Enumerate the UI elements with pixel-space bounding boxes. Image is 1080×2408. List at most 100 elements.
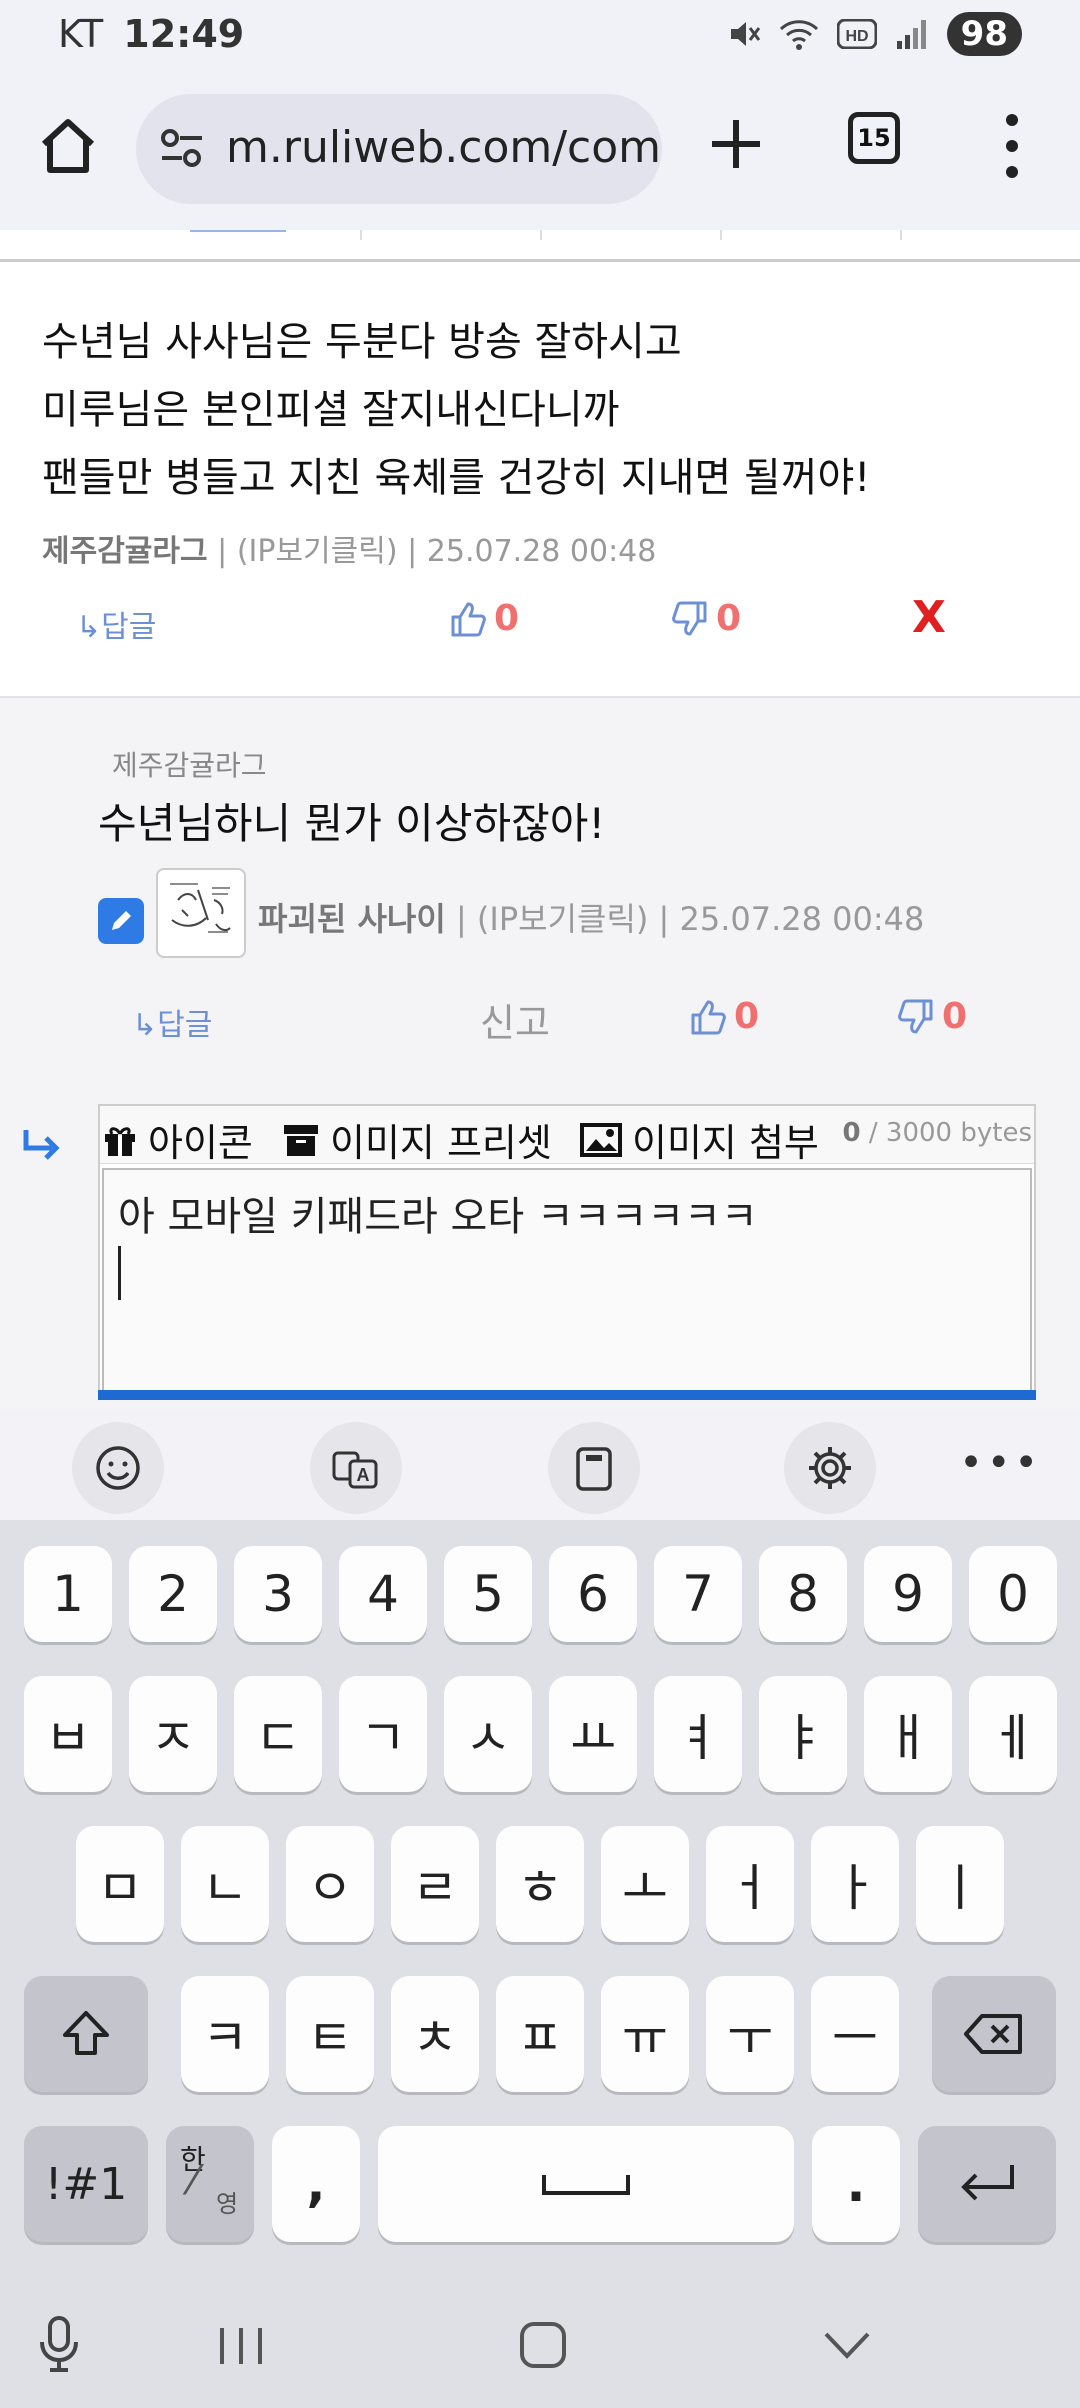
image-attach-label: 이미지 첨부	[632, 1121, 819, 1165]
delete-button[interactable]: X	[912, 592, 946, 643]
key-letter[interactable]: ㅍ	[496, 1976, 584, 2092]
report-button[interactable]: 신고	[480, 992, 550, 1047]
reply-dislike-button[interactable]: 0	[898, 996, 967, 1037]
reply-ip-link[interactable]: (IP보기클릭)	[477, 900, 648, 938]
emoji-icon[interactable]	[72, 1422, 164, 1514]
key-9[interactable]: 9	[864, 1546, 952, 1642]
key-letter[interactable]: ㄴ	[181, 1826, 269, 1942]
key-7[interactable]: 7	[654, 1546, 742, 1642]
like-button[interactable]: 0	[450, 598, 519, 639]
reply-meta: 파괴된 사나이 | (IP보기클릭) | 25.07.28 00:48	[258, 900, 925, 938]
reply-button[interactable]: ↳답글	[76, 602, 156, 646]
reply-like-button[interactable]: 0	[690, 996, 759, 1037]
key-letter[interactable]: ㄱ	[339, 1676, 427, 1792]
image-attach-button[interactable]: 이미지 첨부	[580, 1112, 819, 1167]
emoticon-button[interactable]: 아이콘	[102, 1112, 253, 1167]
new-tab-icon[interactable]	[706, 114, 766, 174]
byte-max: / 3000 bytes	[868, 1118, 1032, 1148]
key-3[interactable]: 3	[234, 1546, 322, 1642]
reply-target-name: 제주감귤라그	[112, 749, 267, 782]
recents-icon[interactable]	[216, 2324, 266, 2368]
ip-link[interactable]: (IP보기클릭)	[237, 534, 398, 569]
status-icons: HD 98	[727, 12, 1022, 56]
key-letter[interactable]: ㅡ	[811, 1976, 899, 2092]
comment-body: 수년님 사사님은 두분다 방송 잘하시고 미루님은 본인피셜 잘지내신다니까 팬…	[42, 308, 870, 512]
shift-key[interactable]	[24, 1976, 148, 2092]
reply-like-count: 0	[734, 996, 760, 1037]
reply-reply-button[interactable]: ↳답글	[132, 1000, 212, 1044]
key-8[interactable]: 8	[759, 1546, 847, 1642]
avatar[interactable]	[156, 868, 246, 958]
keyboard-toolbar: A •••	[0, 1410, 1080, 1520]
comment-textarea[interactable]: 아 모바일 키패드라 오타 ㅋㅋㅋㅋㅋㅋ	[102, 1168, 1032, 1394]
key-letter[interactable]: ㄹ	[391, 1826, 479, 1942]
space-key[interactable]	[378, 2126, 794, 2242]
edit-icon[interactable]	[98, 898, 144, 944]
key-letter[interactable]: ㅕ	[654, 1676, 742, 1792]
key-letter[interactable]: ㅌ	[286, 1976, 374, 2092]
settings-gear-icon[interactable]	[784, 1422, 876, 1514]
microphone-icon[interactable]	[38, 2314, 80, 2374]
svg-text:HD: HD	[845, 28, 868, 45]
key-letter[interactable]: ㅇ	[286, 1826, 374, 1942]
comma-key[interactable]: ,	[272, 2126, 360, 2242]
reply-author-name[interactable]: 파괴된 사나이	[258, 900, 446, 938]
key-letter[interactable]: ㅋ	[181, 1976, 269, 2092]
image-preset-label: 이미지 프리셋	[330, 1121, 552, 1165]
key-letter[interactable]: ㅓ	[706, 1826, 794, 1942]
key-1[interactable]: 1	[24, 1546, 112, 1642]
key-letter[interactable]: ㅊ	[391, 1976, 479, 2092]
keyboard-more-icon[interactable]: •••	[959, 1440, 1042, 1486]
key-letter[interactable]: ㅛ	[549, 1676, 637, 1792]
backspace-key[interactable]	[932, 1976, 1056, 2092]
language-key[interactable]: 한 ⁄ 영	[166, 2126, 254, 2242]
period-key[interactable]: .	[812, 2126, 900, 2242]
author-name[interactable]: 제주감귤라그	[42, 534, 208, 569]
shift-icon	[63, 2011, 109, 2055]
mute-icon	[730, 22, 760, 46]
more-menu-icon[interactable]	[990, 108, 1034, 184]
enter-key[interactable]	[918, 2126, 1056, 2242]
hide-keyboard-icon[interactable]	[822, 2328, 872, 2362]
key-letter[interactable]: ㅂ	[24, 1676, 112, 1792]
key-letter[interactable]: ㅏ	[811, 1826, 899, 1942]
key-letter[interactable]: ㅅ	[444, 1676, 532, 1792]
key-letter[interactable]: ㅎ	[496, 1826, 584, 1942]
key-6[interactable]: 6	[549, 1546, 637, 1642]
translate-icon[interactable]: A	[310, 1422, 402, 1514]
key-letter[interactable]: ㅁ	[76, 1826, 164, 1942]
key-4[interactable]: 4	[339, 1546, 427, 1642]
status-bar: KT 12:49 HD 98	[0, 0, 1080, 68]
clipboard-icon[interactable]	[548, 1422, 640, 1514]
site-settings-icon[interactable]	[158, 124, 206, 172]
comment-actions: ↳답글 0 0 X	[0, 592, 1080, 652]
key-letter[interactable]: ㅔ	[969, 1676, 1057, 1792]
key-letter[interactable]: ㅈ	[129, 1676, 217, 1792]
home-icon[interactable]	[36, 114, 100, 178]
key-letter[interactable]: ㅠ	[601, 1976, 689, 2092]
svg-text:A: A	[357, 1465, 370, 1485]
tab-switcher-button[interactable]: 15	[848, 112, 900, 164]
home-nav-icon[interactable]	[518, 2320, 568, 2370]
symbols-key[interactable]: !#1	[24, 2126, 148, 2242]
key-2[interactable]: 2	[129, 1546, 217, 1642]
byte-counter: 0 / 3000 bytes	[843, 1118, 1032, 1148]
dislike-button[interactable]: 0	[672, 598, 741, 639]
reply-date: 25.07.28 00:48	[679, 900, 925, 938]
backspace-icon	[964, 2014, 1022, 2054]
lang-secondary: 영	[216, 2190, 239, 2218]
key-0[interactable]: 0	[969, 1546, 1057, 1642]
key-letter[interactable]: ㅗ	[601, 1826, 689, 1942]
space-icon	[542, 2175, 630, 2195]
key-letter[interactable]: ㅑ	[759, 1676, 847, 1792]
reply-dislike-count: 0	[942, 996, 968, 1037]
enter-icon	[961, 2165, 1014, 2201]
key-letter[interactable]: ㅜ	[706, 1976, 794, 2092]
image-preset-button[interactable]: 이미지 프리셋	[282, 1112, 552, 1167]
address-bar[interactable]: m.ruliweb.com/comn	[136, 94, 662, 204]
key-letter[interactable]: ㅐ	[864, 1676, 952, 1792]
key-letter[interactable]: ㄷ	[234, 1676, 322, 1792]
image-icon	[580, 1122, 622, 1157]
key-letter[interactable]: ㅣ	[916, 1826, 1004, 1942]
key-5[interactable]: 5	[444, 1546, 532, 1642]
